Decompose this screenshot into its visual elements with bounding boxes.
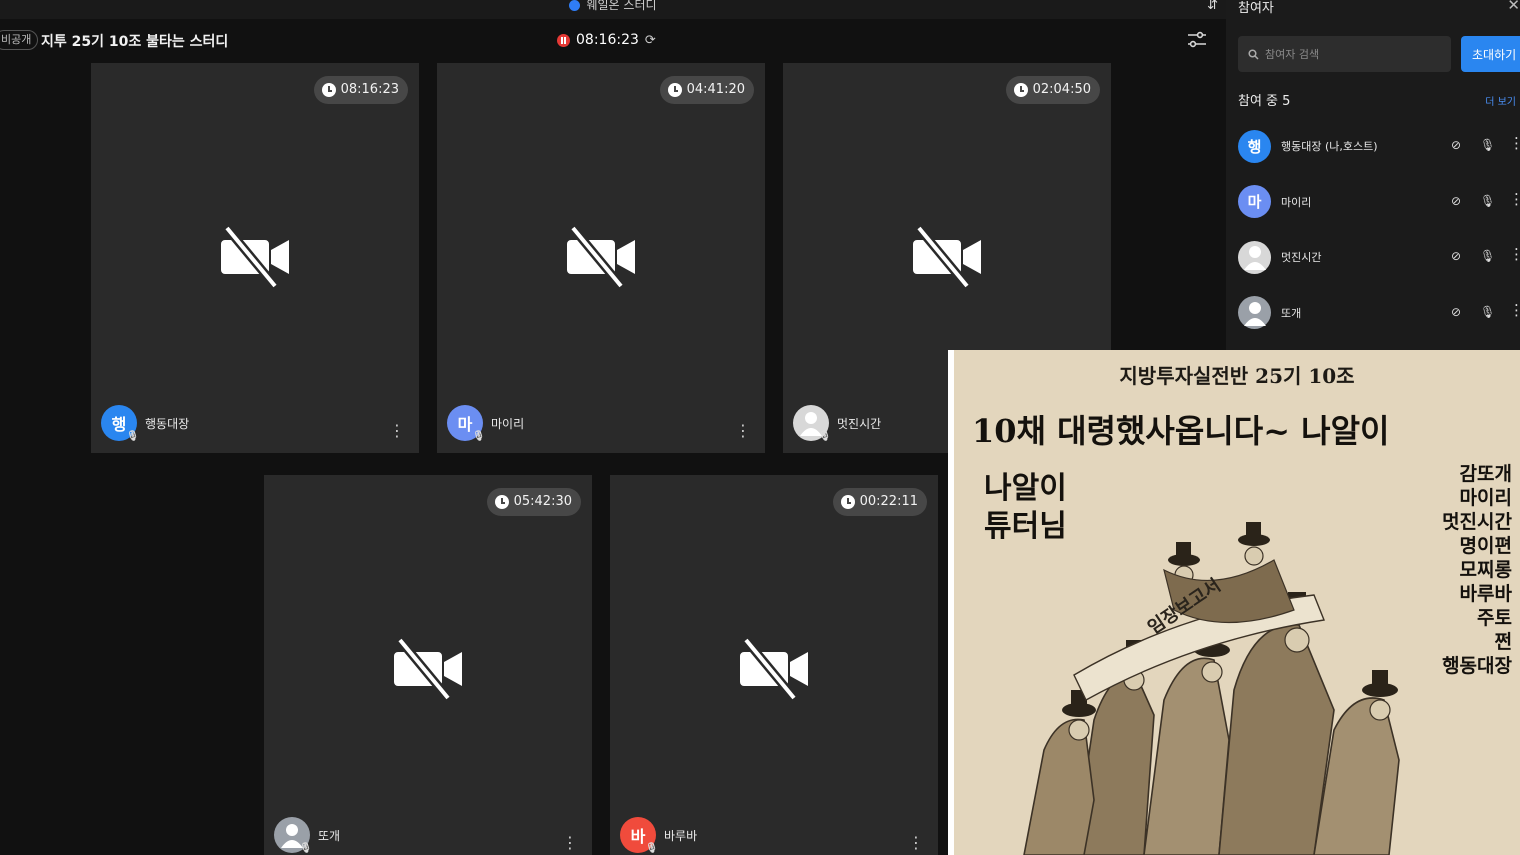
avatar (1238, 296, 1271, 329)
shared-heading: 지방투자실전반 25기 10조 (1119, 364, 1355, 388)
camera-off-icon[interactable]: ⊘ (1451, 305, 1461, 319)
study-timer: 00:22:11 (832, 488, 927, 516)
avatar: 마 (1238, 185, 1271, 218)
mic-muted-icon[interactable]: 🎙 (1480, 194, 1495, 208)
study-timer: 05:42:30 (486, 488, 581, 516)
participant-count: 참여 중 5 (1238, 94, 1291, 109)
video-tile[interactable]: 00:22:11 바 🎙 바루바 ⋮ (610, 475, 938, 855)
camera-off-icon (221, 225, 291, 289)
tile-participant: 바 🎙 바루바 (620, 817, 698, 854)
camera-off-icon (740, 637, 810, 701)
window-topbar: 웨일온 스터디 ⇵ (0, 0, 1226, 19)
participant-search[interactable] (1238, 36, 1451, 72)
participant-name: 행동대장 (145, 416, 190, 431)
more-options-icon[interactable]: ⋮ (389, 423, 405, 439)
camera-off-icon[interactable]: ⊘ (1451, 249, 1461, 263)
more-options-icon[interactable]: ⋮ (1509, 245, 1520, 263)
tile-participant: 행 🎙 행동대장 (101, 405, 190, 442)
study-timer: 04:41:20 (659, 76, 754, 104)
invite-button[interactable]: 초대하기 (1461, 36, 1520, 72)
mic-muted-icon: 🎙 (126, 431, 139, 442)
clock-icon (840, 495, 855, 509)
avatar: 행 🎙 (101, 405, 139, 442)
more-options-icon[interactable]: ⋮ (1509, 301, 1520, 319)
participant-name: 행동대장 (나,호스트) (1281, 140, 1378, 153)
shared-banner: 10채 대령했사옵니다~ 나알이 (972, 412, 1390, 450)
participant-name: 마이리 (491, 416, 525, 431)
clock-icon (667, 83, 682, 97)
settings-sliders-icon[interactable] (1186, 30, 1208, 50)
room-name: 웨일온 스터디 (0, 0, 1226, 13)
swap-layout-icon[interactable]: ⇵ (1207, 0, 1218, 13)
participant-name: 또개 (318, 828, 341, 843)
camera-off-icon[interactable]: ⊘ (1451, 138, 1461, 152)
mic-muted-icon: 🎙 (818, 431, 831, 442)
clock-icon (1013, 83, 1028, 97)
tile-participant: 🎙 멋진시간 (793, 405, 882, 442)
clock-icon (494, 495, 509, 509)
camera-off-icon (913, 225, 983, 289)
mic-muted-icon: 🎙 (472, 431, 485, 442)
video-tile[interactable]: 08:16:23 행 🎙 행동대장 ⋮ (91, 63, 419, 453)
tile-participant: 마 🎙 마이리 (447, 405, 525, 442)
avatar: 바 🎙 (620, 817, 658, 854)
tile-participant: 🎙 또개 (274, 817, 341, 854)
participant-name: 멋진시간 (837, 416, 882, 431)
more-options-icon[interactable]: ⋮ (562, 835, 578, 851)
camera-off-icon[interactable]: ⊘ (1451, 194, 1461, 208)
see-more-link[interactable]: 더 보기 (1485, 93, 1516, 108)
video-tile[interactable]: 04:41:20 마 🎙 마이리 ⋮ (437, 63, 765, 453)
participant-name: 또개 (1281, 306, 1302, 320)
panel-title: 참여자 (1238, 1, 1274, 16)
camera-off-icon (394, 637, 464, 701)
clock-icon (321, 83, 336, 97)
mic-muted-icon[interactable]: 🎙 (1480, 249, 1495, 263)
shared-member-list: 감또개 마이리 멋진시간 명이편 모찌롱 바루바 주토 쩐 행동대장 (1442, 463, 1512, 677)
shared-left-text: 나알이 튜터님 (984, 471, 1067, 544)
participant-row[interactable]: 또개 ⊘ 🎙 ⋮ (1238, 293, 1520, 333)
close-icon[interactable]: ✕ (1507, 0, 1520, 14)
search-input[interactable] (1265, 47, 1445, 61)
more-options-icon[interactable]: ⋮ (908, 835, 924, 851)
avatar: 🎙 (274, 817, 312, 854)
pause-recording-icon[interactable] (557, 33, 570, 47)
study-timer: 08:16:23 (313, 76, 408, 104)
study-header: 비공개 지투 25기 10조 불타는 스터디 08:16:23 ⟳ (0, 26, 1226, 56)
painting-illustration (1023, 522, 1400, 855)
avatar: 행 (1238, 129, 1271, 163)
privacy-badge: 비공개 (0, 30, 39, 50)
video-tile[interactable]: 05:42:30 🎙 또개 ⋮ (264, 475, 592, 855)
participant-name: 바루바 (664, 828, 698, 843)
avatar: 🎙 (793, 405, 831, 442)
search-icon (1248, 48, 1259, 60)
more-options-icon[interactable]: ⋮ (735, 423, 751, 439)
participant-row[interactable]: 행 행동대장 (나,호스트) ⊘ 🎙 ⋮ (1238, 126, 1520, 166)
avatar: 마 🎙 (447, 405, 485, 442)
more-options-icon[interactable]: ⋮ (1509, 134, 1520, 152)
participant-name: 멋진시간 (1281, 251, 1322, 264)
avatar (1238, 240, 1271, 274)
shared-screen[interactable]: 지방투자실전반 25기 10조 10채 대령했사옵니다~ 나알이 나알이 튜터님 … (948, 350, 1520, 855)
participant-name: 마이리 (1281, 195, 1312, 209)
study-title: 지투 25기 10조 불타는 스터디 (41, 34, 229, 50)
refresh-icon[interactable]: ⟳ (645, 33, 656, 48)
recording-timer[interactable]: 08:16:23 ⟳ (557, 32, 656, 48)
more-options-icon[interactable]: ⋮ (1509, 190, 1520, 208)
mic-muted-icon: 🎙 (299, 843, 312, 854)
mic-muted-icon[interactable]: 🎙 (1480, 138, 1495, 152)
participant-row[interactable]: 마 마이리 ⊘ 🎙 ⋮ (1238, 182, 1520, 222)
elapsed-time: 08:16:23 (576, 32, 639, 48)
study-timer: 02:04:50 (1005, 76, 1100, 104)
mic-muted-icon[interactable]: 🎙 (1480, 305, 1495, 319)
participants-panel: 참여자 ✕ 초대하기 참여 중 5 더 보기 행행동대장 (나,호스트)⊘🎙⋮마… (1226, 0, 1520, 350)
participant-row[interactable]: 멋진시간 ⊘ 🎙 ⋮ (1238, 237, 1520, 277)
room-logo-icon (569, 0, 581, 11)
mic-muted-icon: 🎙 (645, 843, 658, 854)
camera-off-icon (567, 225, 637, 289)
